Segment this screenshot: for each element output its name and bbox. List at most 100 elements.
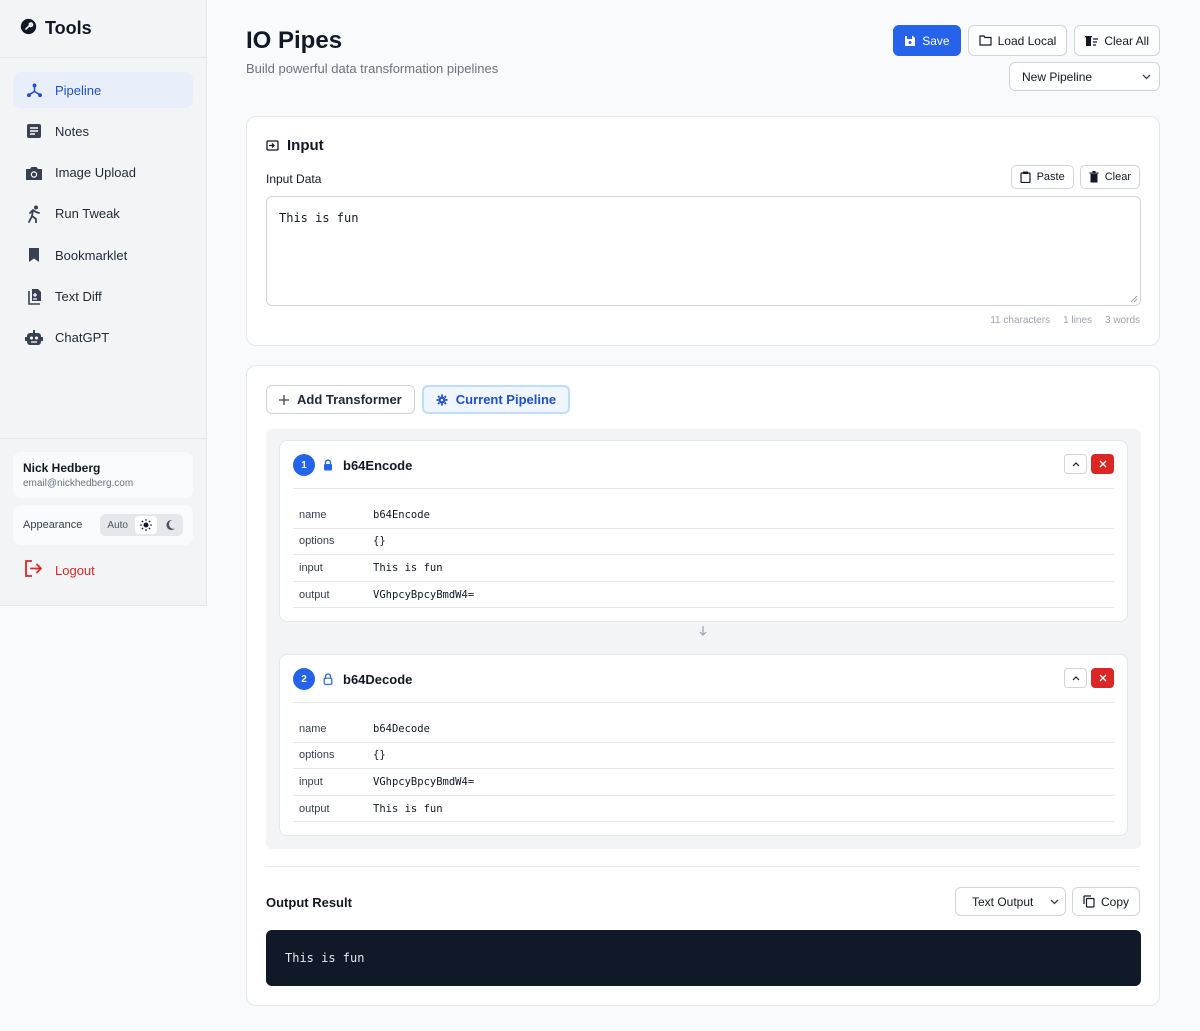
step-number: 1 <box>293 454 315 476</box>
paste-button[interactable]: Paste <box>1010 165 1074 189</box>
logout-button[interactable]: Logout <box>13 559 193 581</box>
sidebar-item-notes[interactable]: Notes <box>13 113 193 149</box>
detail-row: options {} <box>293 743 1114 770</box>
bookmark-icon <box>25 246 43 264</box>
pipeline-steps: 1 b64Encode name b64Encode options {} inp… <box>266 429 1141 849</box>
detail-value: {} <box>373 749 386 762</box>
appearance-label: Appearance <box>23 519 83 531</box>
sidebar-header: Tools <box>0 0 206 58</box>
output-title: Output Result <box>266 895 352 910</box>
tab-current-pipeline[interactable]: Current Pipeline <box>421 385 571 414</box>
step-details: name b64Encode options {} input This is fun… <box>293 502 1114 609</box>
word-count: 3 words <box>1104 315 1140 326</box>
detail-row: name b64Encode <box>293 502 1114 529</box>
pipeline-card: Add Transformer Current Pipeline 1 b64En… <box>246 365 1160 1006</box>
detail-row: name b64Decode <box>293 716 1114 743</box>
input-actions: Paste Clear <box>1010 165 1140 189</box>
arrow-down-icon <box>699 626 707 636</box>
detail-key: input <box>299 775 323 788</box>
moon-icon <box>166 519 175 530</box>
sidebar-item-run-tweak[interactable]: Run Tweak <box>13 196 193 232</box>
pipeline-tabs: Add Transformer Current Pipeline <box>266 385 571 414</box>
chevron-up-icon <box>1072 461 1079 466</box>
clear-label: Clear <box>1104 171 1131 183</box>
user-card: Nick Hedberg email@nickhedberg.com <box>13 452 193 498</box>
tab-label: Add Transformer <box>297 392 402 407</box>
detail-row: output This is fun <box>293 796 1114 823</box>
save-icon <box>905 35 916 46</box>
user-email: email@nickhedberg.com <box>23 478 134 489</box>
clear-input-button[interactable]: Clear <box>1079 165 1140 189</box>
robot-icon <box>25 329 43 347</box>
gear-icon <box>436 394 448 405</box>
detail-key: options <box>299 535 335 548</box>
pipeline-icon <box>25 81 43 99</box>
collapse-button[interactable] <box>1064 668 1087 688</box>
pipeline-step: 2 b64Decode name b64Decode options {} inp… <box>279 654 1128 836</box>
runner-icon <box>25 205 43 223</box>
trash-icon <box>1089 171 1099 183</box>
detail-row: options {} <box>293 529 1114 556</box>
appearance-auto-button[interactable]: Auto <box>102 516 133 534</box>
input-card: Input Input Data Paste Clear This is fun… <box>246 116 1160 346</box>
remove-step-button[interactable] <box>1091 668 1114 688</box>
save-button[interactable]: Save <box>893 25 961 56</box>
tab-add-transformer[interactable]: Add Transformer <box>266 385 415 414</box>
diff-icon <box>25 287 43 305</box>
copy-button[interactable]: Copy <box>1071 887 1140 916</box>
notes-icon <box>25 122 43 140</box>
close-icon <box>1099 460 1106 468</box>
plus-icon <box>279 394 289 405</box>
chevron-down-icon <box>1050 899 1059 904</box>
step-name: b64Encode <box>343 457 413 473</box>
step-header: 1 b64Encode <box>293 454 412 476</box>
page-subtitle: Build powerful data transformation pipel… <box>246 61 499 76</box>
detail-value: b64Decode <box>373 722 430 735</box>
paste-label: Paste <box>1036 171 1065 183</box>
chevron-up-icon <box>1072 675 1079 680</box>
pipeline-select[interactable]: New Pipeline <box>1009 62 1160 91</box>
close-icon <box>1099 674 1106 682</box>
step-name: b64Decode <box>343 671 413 687</box>
input-stats: 11 characters 1 lines 3 words <box>990 315 1140 326</box>
appearance-toggle: Auto <box>100 514 183 536</box>
sidebar-item-image-upload[interactable]: Image Upload <box>13 155 193 191</box>
copy-label: Copy <box>1100 894 1129 909</box>
copy-icon <box>1083 895 1095 908</box>
user-name: Nick Hedberg <box>23 461 101 475</box>
detail-value: This is fun <box>373 802 443 815</box>
sidebar-item-pipeline[interactable]: Pipeline <box>13 72 193 108</box>
resize-handle-icon[interactable] <box>1130 295 1138 303</box>
collapse-button[interactable] <box>1064 454 1087 474</box>
clear-all-button[interactable]: Clear All <box>1074 25 1160 56</box>
sidebar-nav: Pipeline Notes Image Upload Run Tweak Bo… <box>0 58 206 356</box>
sidebar-item-text-diff[interactable]: Text Diff <box>13 278 193 314</box>
detail-value: VGhpcyBpcyBmdW4= <box>373 775 475 788</box>
lock-icon[interactable] <box>323 459 333 471</box>
divider <box>266 866 1140 867</box>
sidebar-title: Tools <box>45 18 92 38</box>
input-textarea[interactable]: This is fun <box>266 196 1141 306</box>
sidebar-item-chatgpt[interactable]: ChatGPT <box>13 320 193 356</box>
sidebar-item-label: Run Tweak <box>55 206 120 222</box>
unlock-icon[interactable] <box>323 673 333 685</box>
output-result: This is fun <box>266 930 1141 986</box>
char-count: 11 characters <box>990 315 1051 326</box>
remove-step-button[interactable] <box>1091 454 1114 474</box>
header-actions: Save Load Local Clear All <box>893 25 1160 56</box>
sidebar: Tools Pipeline Notes Image Upload Run Tw… <box>0 0 207 606</box>
divider <box>293 488 1114 489</box>
pipeline-select-value: New Pipeline <box>1022 69 1093 84</box>
dark-mode-button[interactable] <box>159 516 181 534</box>
detail-row: output VGhpcyBpcyBmdW4= <box>293 582 1114 609</box>
detail-key: options <box>299 749 335 762</box>
sidebar-item-bookmarklet[interactable]: Bookmarklet <box>13 237 193 273</box>
line-count: 1 lines <box>1063 315 1092 326</box>
load-local-button[interactable]: Load Local <box>967 25 1068 56</box>
light-mode-button[interactable] <box>135 516 157 534</box>
step-number: 2 <box>293 668 315 690</box>
camera-icon <box>25 164 43 182</box>
sidebar-item-label: ChatGPT <box>55 330 110 346</box>
sidebar-item-label: Notes <box>55 123 89 139</box>
output-mode-select[interactable]: Text Output <box>954 887 1066 916</box>
